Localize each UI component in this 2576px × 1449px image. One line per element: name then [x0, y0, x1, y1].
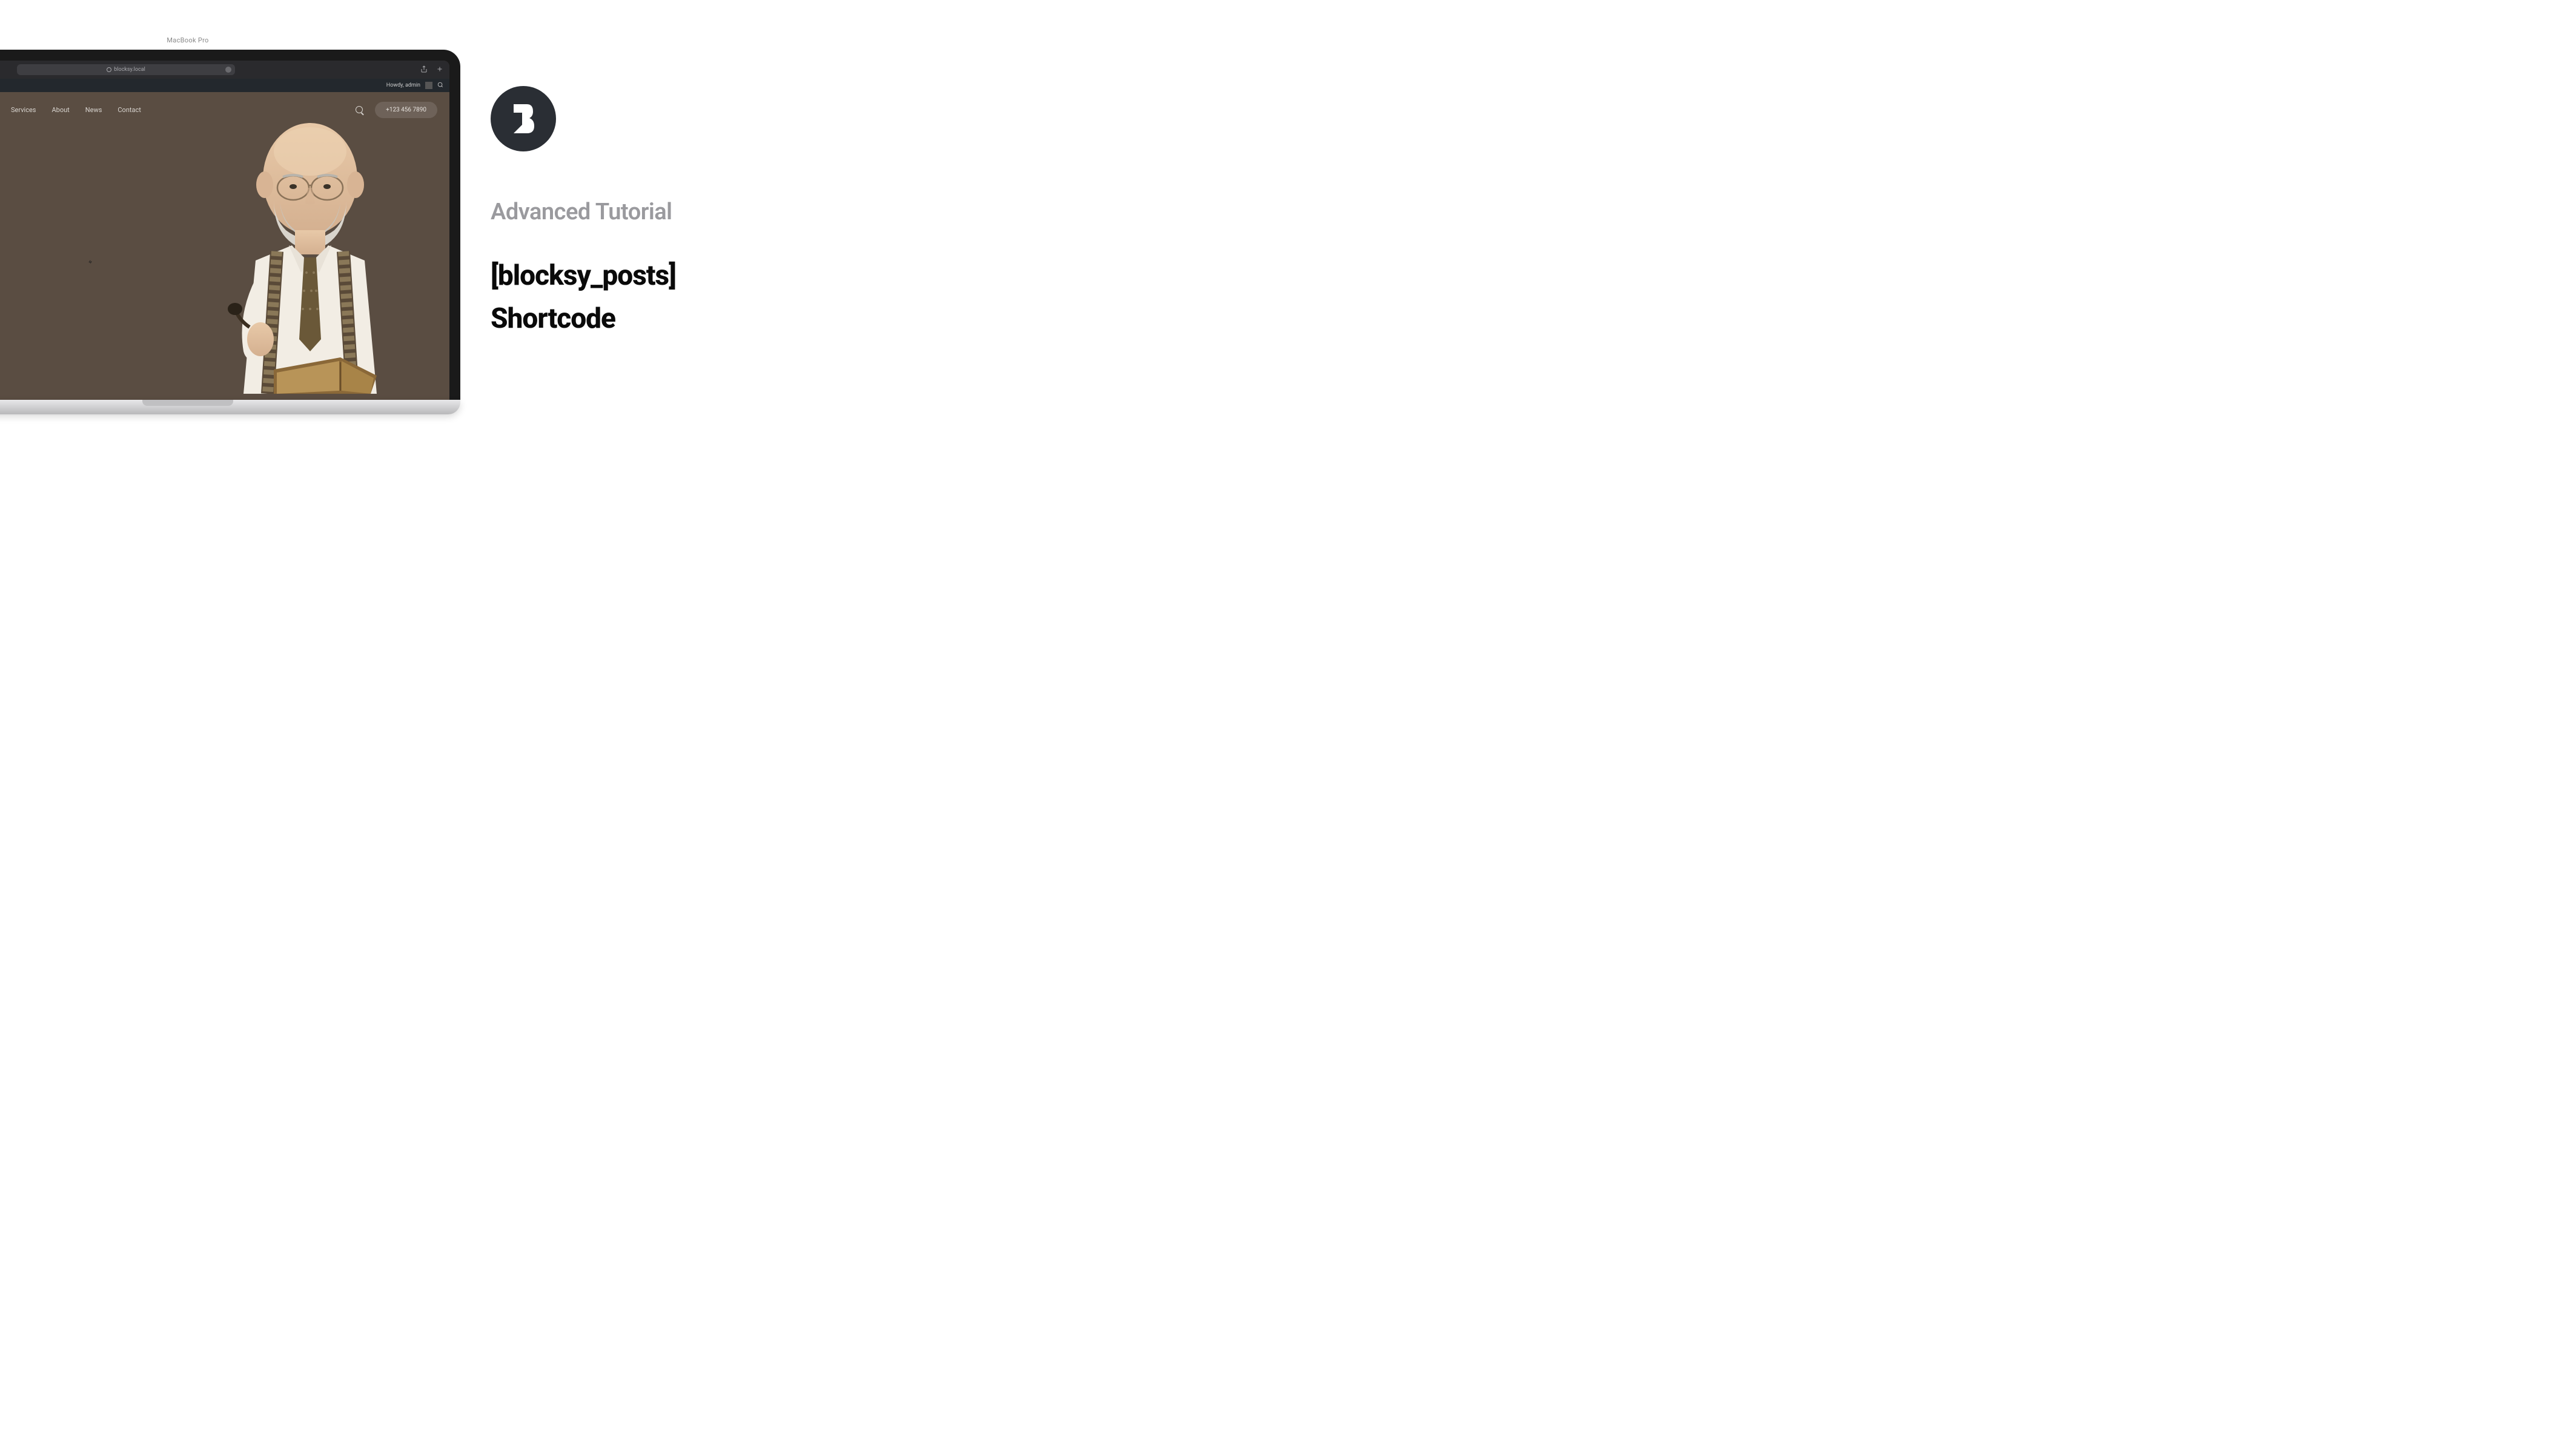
wp-search-icon[interactable] [437, 82, 443, 90]
laptop-notch [142, 400, 233, 406]
nav-services[interactable]: Services [11, 106, 36, 114]
nav-news[interactable]: News [85, 106, 102, 114]
url-bar[interactable]: blocksy.local [17, 64, 235, 75]
person-illustration [183, 109, 437, 394]
laptop-base [0, 400, 460, 414]
avatar[interactable] [425, 82, 432, 89]
nav-about[interactable]: About [51, 106, 69, 114]
wp-admin-bar: Edit Page WPForms Howdy, admin [0, 79, 449, 92]
hero-subtitle: xperienced lawyers [0, 262, 96, 270]
globe-icon [107, 67, 111, 72]
share-icon[interactable] [420, 65, 428, 75]
tutorial-panel: Advanced Tutorial [blocksy_posts] Shortc… [491, 86, 830, 341]
url-value: blocksy.local [114, 67, 145, 73]
nav-menu: Services About News Contact [11, 106, 141, 114]
hero-title: serve al [0, 164, 96, 245]
tutorial-title-line2: Shortcode [491, 297, 830, 340]
logo-b-icon [510, 102, 537, 136]
tutorial-subtitle: Advanced Tutorial [491, 199, 830, 225]
hero-image [183, 109, 437, 394]
wp-howdy[interactable]: Howdy, admin [386, 82, 420, 88]
blocksy-logo [491, 86, 556, 151]
tutorial-title: [blocksy_posts] Shortcode [491, 254, 830, 341]
laptop-frame: blocksy.local Edit Page WPForm [0, 50, 460, 400]
chrome-actions [420, 65, 443, 75]
new-tab-icon[interactable] [436, 65, 443, 75]
nav-contact[interactable]: Contact [118, 106, 141, 114]
browser-chrome: blocksy.local [0, 61, 449, 79]
laptop-screen: blocksy.local Edit Page WPForm [0, 61, 449, 400]
url-text: blocksy.local [107, 67, 145, 73]
hero-section: serve al xperienced lawyers EARN MORE ⌖ [0, 127, 449, 400]
laptop-mockup: blocksy.local Edit Page WPForm [0, 50, 460, 414]
tutorial-title-line1: [blocksy_posts] [491, 254, 830, 297]
hero-title-line1: serve [0, 164, 96, 204]
hero-title-line2: al [0, 204, 96, 245]
hero-content: serve al xperienced lawyers EARN MORE [0, 127, 96, 400]
laptop-label: MacBook Pro [167, 36, 208, 44]
refresh-icon[interactable] [225, 67, 231, 73]
